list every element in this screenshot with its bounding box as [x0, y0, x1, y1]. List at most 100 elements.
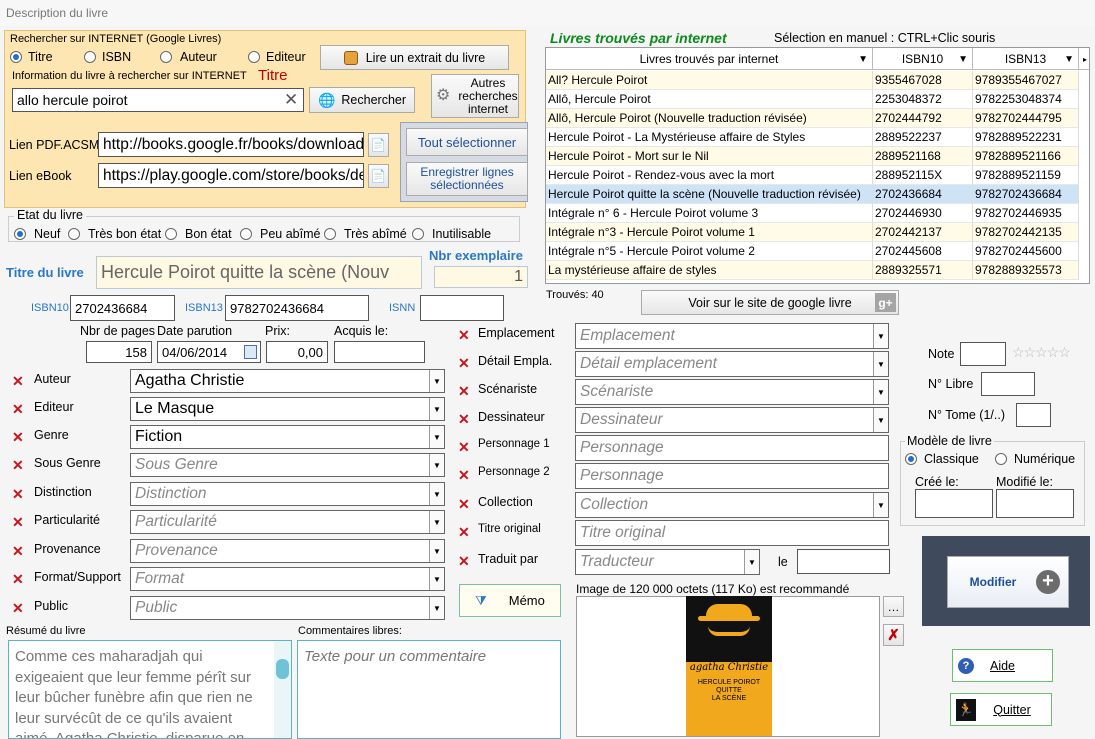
results-grid[interactable]: Livres trouvés par internet ▼ ISBN10 ▼ ISB… — [545, 47, 1090, 284]
scroll-right-icon[interactable]: ▸ — [1079, 48, 1089, 70]
model-radio-classique[interactable] — [905, 453, 917, 465]
search-radio-0[interactable] — [10, 51, 22, 63]
select-all-button[interactable]: Tout sélectionner — [406, 128, 528, 156]
created-field[interactable] — [915, 489, 993, 518]
filter-icon[interactable]: ▼ — [858, 54, 868, 65]
acquired-field[interactable] — [334, 341, 425, 363]
google-site-button[interactable]: Voir sur le site de google livre g+ — [641, 290, 899, 315]
table-row[interactable]: Hercule Poirot - Mort sur le Nil 28895211… — [546, 147, 1079, 166]
table-row[interactable]: All? Hercule Poirot 9355467028 97893554670… — [546, 71, 1079, 90]
condition-radio-1[interactable] — [68, 228, 80, 240]
chevron-down-icon[interactable]: ▼ — [429, 398, 444, 420]
mid-field-combo[interactable]: Dessinateur ▼ — [575, 407, 889, 433]
chevron-down-icon[interactable]: ▼ — [429, 483, 444, 505]
left-field-combo[interactable]: Particularité ▼ — [130, 510, 445, 534]
ebook-file-button[interactable]: 📄 — [368, 164, 389, 188]
read-extract-button[interactable]: Lire un extrait du livre — [320, 45, 509, 70]
mid-field-combo[interactable]: Scénariste ▼ — [575, 379, 889, 405]
condition-radio-2[interactable] — [165, 228, 177, 240]
modified-field[interactable] — [996, 489, 1074, 518]
table-row[interactable]: La mystérieuse affaire de styles 28893255… — [546, 261, 1079, 280]
book-title-field[interactable]: Hercule Poirot quitte la scène (Nouv — [96, 256, 422, 289]
search-input[interactable]: allo hercule poirot — [12, 88, 304, 112]
condition-radio-0[interactable] — [14, 228, 26, 240]
other-searches-button[interactable]: ⚙ Autres recherches internet — [431, 74, 519, 118]
summary-scroll-thumb[interactable] — [276, 659, 289, 679]
search-button[interactable]: 🌐 Rechercher — [309, 87, 415, 113]
quit-button[interactable]: 🏃 Quitter — [950, 693, 1052, 726]
help-button[interactable]: ? Aide — [952, 649, 1053, 682]
table-row[interactable]: Hercule Poirot - Rendez-vous avec la mor… — [546, 166, 1079, 185]
mid-field-combo[interactable]: Collection ▼ — [575, 492, 889, 518]
pdf-file-button[interactable]: 📄 — [368, 133, 389, 157]
chevron-down-icon[interactable]: ▼ — [429, 454, 444, 476]
pdf-link-field[interactable]: http://books.google.fr/books/download/ — [98, 132, 364, 157]
left-field-combo[interactable]: Sous Genre ▼ — [130, 453, 445, 477]
chevron-down-icon[interactable]: ▼ — [873, 380, 888, 404]
col-title-header[interactable]: Livres trouvés par internet ▼ — [546, 48, 873, 70]
filter-icon[interactable]: ▼ — [958, 54, 968, 65]
search-radio-2[interactable] — [160, 51, 172, 63]
chevron-down-icon[interactable]: ▼ — [429, 511, 444, 533]
clear-icon[interactable]: ✕ — [284, 90, 298, 110]
mid-field-input[interactable]: Personnage — [575, 463, 889, 489]
tome-field[interactable] — [1016, 403, 1051, 427]
copies-field[interactable]: 1 — [434, 266, 528, 288]
mid-field-combo[interactable]: Détail emplacement ▼ — [575, 351, 889, 377]
calendar-icon[interactable] — [244, 345, 257, 359]
ebook-link-field[interactable]: https://play.google.com/store/books/de — [98, 163, 364, 188]
table-row[interactable]: Intégrale n° 6 - Hercule Poirot volume 3… — [546, 204, 1079, 223]
delete-image-button[interactable]: ✗ — [883, 624, 904, 646]
isbn13-field[interactable]: 9782702436684 — [225, 295, 369, 321]
table-row[interactable]: Hercule Poirot - La Mystérieuse affaire … — [546, 128, 1079, 147]
comments-textarea[interactable]: Texte pour un commentaire — [297, 640, 561, 739]
condition-radio-4[interactable] — [324, 228, 336, 240]
memo-button[interactable]: ⧩ Mémo — [459, 584, 561, 617]
mid-field-combo[interactable]: Traducteur ▼ — [575, 549, 760, 575]
table-row[interactable]: Intégrale n°5 - Hercule Poirot volume 22… — [546, 242, 1079, 261]
chevron-down-icon[interactable]: ▼ — [873, 408, 888, 432]
summary-scrollbar[interactable] — [274, 641, 291, 738]
left-field-combo[interactable]: Distinction ▼ — [130, 482, 445, 506]
save-selected-button[interactable]: Enregistrer lignes sélectionnées — [406, 162, 528, 196]
pages-field[interactable]: 158 — [86, 341, 152, 363]
issn-field[interactable] — [420, 295, 504, 321]
chevron-down-icon[interactable]: ▼ — [873, 493, 888, 517]
date-field[interactable]: 04/06/2014 — [157, 341, 261, 363]
chevron-down-icon[interactable]: ▼ — [429, 597, 444, 619]
libre-field[interactable] — [981, 372, 1035, 396]
left-field-combo[interactable]: Public ▼ — [130, 596, 445, 620]
col-isbn10-header[interactable]: ISBN10 ▼ — [873, 48, 973, 70]
left-field-combo[interactable]: Format ▼ — [130, 567, 445, 591]
left-field-combo[interactable]: Fiction ▼ — [130, 425, 445, 449]
model-radio-numerique[interactable] — [995, 453, 1007, 465]
browse-image-button[interactable]: … — [883, 596, 904, 617]
mid-field-input[interactable]: Titre original — [575, 520, 889, 546]
isbn10-field[interactable]: 2702436684 — [70, 295, 175, 321]
chevron-down-icon[interactable]: ▼ — [744, 550, 759, 574]
chevron-down-icon[interactable]: ▼ — [873, 324, 888, 348]
chevron-down-icon[interactable]: ▼ — [429, 540, 444, 562]
translated-date-field[interactable] — [797, 549, 890, 574]
chevron-down-icon[interactable]: ▼ — [429, 568, 444, 590]
mid-field-input[interactable]: Personnage — [575, 435, 889, 461]
chevron-down-icon[interactable]: ▼ — [429, 370, 444, 392]
rating-stars-icon[interactable]: ☆☆☆☆☆ — [1012, 344, 1071, 361]
chevron-down-icon[interactable]: ▼ — [873, 352, 888, 376]
modify-button[interactable]: Modifier + — [947, 556, 1069, 608]
note-field[interactable] — [960, 342, 1006, 366]
condition-radio-3[interactable] — [240, 228, 252, 240]
left-field-combo[interactable]: Le Masque ▼ — [130, 397, 445, 421]
chevron-down-icon[interactable]: ▼ — [429, 426, 444, 448]
table-row[interactable]: Allô, Hercule Poirot (Nouvelle traductio… — [546, 109, 1079, 128]
search-radio-3[interactable] — [248, 51, 260, 63]
left-field-combo[interactable]: Provenance ▼ — [130, 539, 445, 563]
table-row[interactable]: Intégrale n°3 - Hercule Poirot volume 12… — [546, 223, 1079, 242]
table-row[interactable]: Hercule Poirot quitte la scène (Nouvelle… — [546, 185, 1079, 204]
condition-radio-5[interactable] — [412, 228, 424, 240]
mid-field-combo[interactable]: Emplacement ▼ — [575, 323, 889, 349]
search-radio-1[interactable] — [84, 51, 96, 63]
price-field[interactable]: 0,00 — [266, 341, 328, 363]
col-isbn13-header[interactable]: ISBN13 ▼ — [973, 48, 1079, 70]
filter-icon[interactable]: ▼ — [1064, 54, 1074, 65]
